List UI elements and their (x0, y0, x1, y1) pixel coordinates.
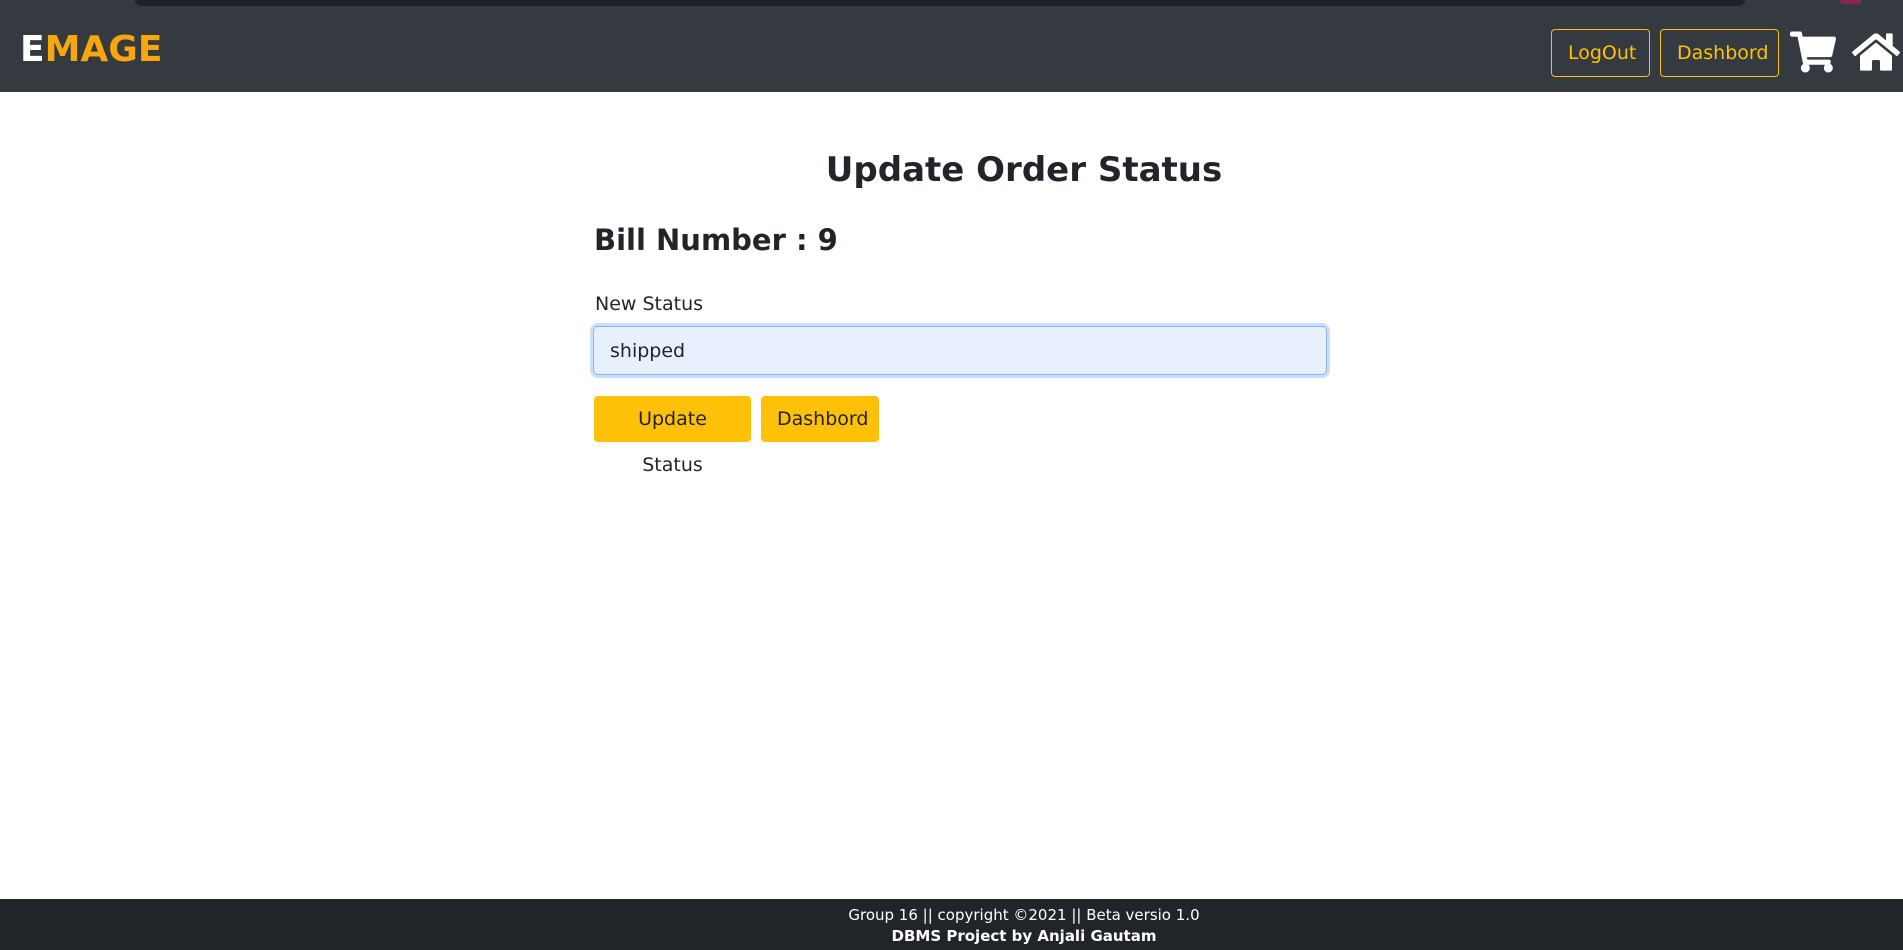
page-title: Update Order Status (825, 150, 1223, 190)
home-icon[interactable] (1852, 29, 1900, 75)
footer-copyright: Group 16 || copyright ©2021 || Beta vers… (848, 906, 1200, 924)
bill-number-label: Bill Number : (594, 223, 808, 257)
navbar: EMAGE LogOut Dashbord (0, 14, 1903, 92)
footer-credit: DBMS Project by Anjali Gautam (891, 927, 1157, 945)
browser-top-strip (0, 0, 1903, 14)
dashboard-button[interactable]: Dashbord (761, 396, 879, 442)
browser-scroll-bar (135, 0, 1745, 6)
bill-number-value: 9 (817, 223, 838, 257)
brand-logo-first-letter: E (20, 29, 45, 70)
footer: Group 16 || copyright ©2021 || Beta vers… (0, 899, 1903, 950)
bill-number: Bill Number : 9 (594, 220, 838, 260)
brand-logo-rest: MAGE (44, 29, 163, 70)
new-status-input[interactable] (593, 326, 1327, 375)
navbar-dashboard-button[interactable]: Dashbord (1660, 29, 1779, 77)
logout-button[interactable]: LogOut (1551, 29, 1650, 77)
browser-corner-indicator (1840, 0, 1862, 4)
shopping-cart-icon[interactable] (1790, 29, 1836, 75)
brand-logo[interactable]: EMAGE (20, 28, 162, 72)
update-status-button[interactable]: Update Status (594, 396, 751, 476)
new-status-label: New Status (595, 293, 704, 315)
